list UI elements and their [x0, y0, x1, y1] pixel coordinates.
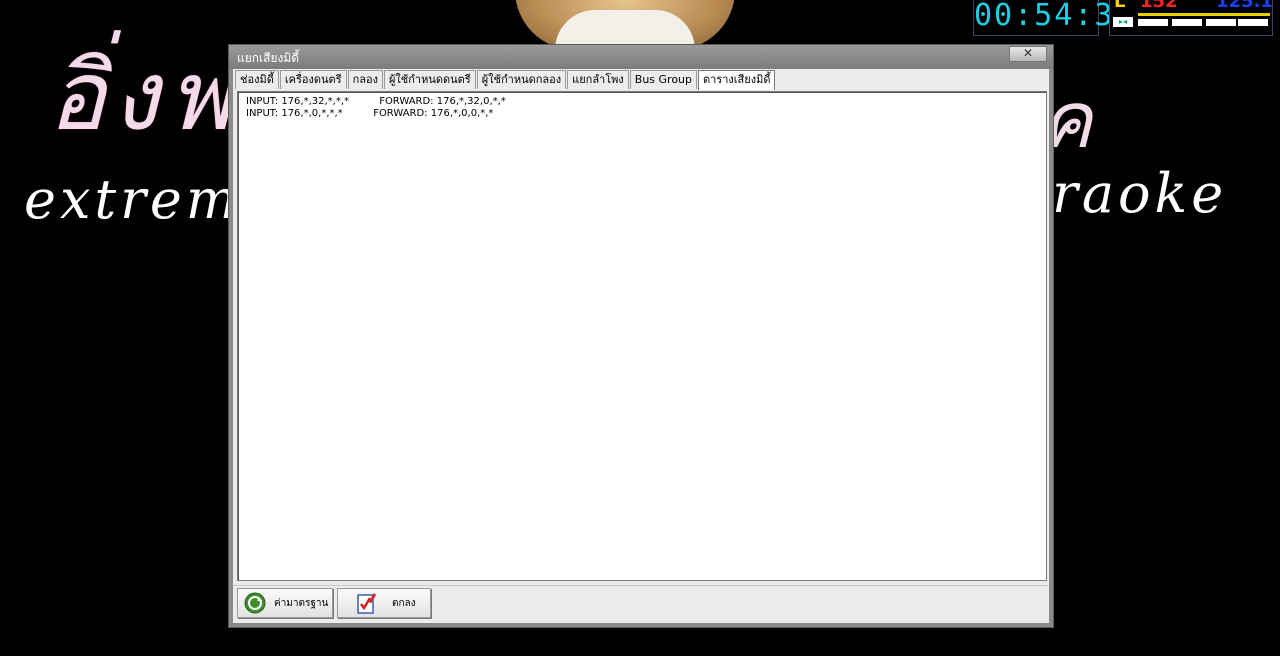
- background-title-thai: อิ่งฟ: [48, 40, 239, 152]
- meter-segment: [1206, 19, 1236, 26]
- meter-segment: [1238, 19, 1268, 26]
- tab-strip: ช่องมิดี้ เครื่องดนตรี กลอง ผู้ใช้กำหนดด…: [235, 70, 776, 90]
- default-button-label: ค่ามาตรฐาน: [274, 597, 329, 609]
- ok-button[interactable]: ตกลง: [337, 588, 431, 618]
- default-button[interactable]: ค่ามาตรฐาน: [237, 588, 333, 618]
- checklist-icon: [356, 592, 378, 614]
- singer-avatar: [515, 0, 735, 50]
- refresh-icon: [244, 592, 266, 614]
- tab-bus-group[interactable]: Bus Group: [629, 70, 698, 89]
- midi-split-dialog: แยกเสียงมิดี้ ✕ ช่องมิดี้ เครื่องดนตรี ก…: [228, 44, 1054, 628]
- tab-user-instruments[interactable]: ผู้ใช้กำหนดดนตรี: [383, 70, 476, 89]
- meter-icon: ▸◂: [1113, 17, 1133, 27]
- tab-instruments[interactable]: เครื่องดนตรี: [279, 70, 347, 89]
- dialog-client: ช่องมิดี้ เครื่องดนตรี กลอง ผู้ใช้กำหนดด…: [233, 69, 1049, 623]
- status-meter: L 152 125.1 ▸◂: [1109, 0, 1273, 36]
- tab-user-drums[interactable]: ผู้ใช้กำหนดกลอง: [476, 70, 567, 89]
- ok-button-label: ตกลง: [392, 597, 416, 609]
- dialog-title: แยกเสียงมิดี้: [237, 51, 300, 65]
- tab-midi-channel[interactable]: ช่องมิดี้: [235, 70, 279, 89]
- close-button[interactable]: ✕: [1009, 46, 1047, 62]
- meter-level-bar: [1138, 13, 1270, 16]
- dialog-button-bar: ค่ามาตรฐาน ตกลง: [233, 585, 1049, 622]
- rule-input: INPUT: 176,*,32,*,*,*: [246, 96, 350, 107]
- meter-segment: [1138, 19, 1168, 26]
- meter-mid-value: 152: [1140, 0, 1178, 12]
- time-display: 00:54:33: [973, 0, 1133, 36]
- meter-right-value: 125.1: [1216, 0, 1273, 12]
- tab-drums[interactable]: กลอง: [347, 70, 383, 89]
- background-title-english-right: raoke: [1052, 162, 1228, 225]
- meter-segment: [1172, 19, 1202, 26]
- tab-speaker-split[interactable]: แยกลำโพง: [567, 70, 629, 89]
- dialog-titlebar[interactable]: แยกเสียงมิดี้ ✕: [229, 45, 1053, 69]
- midi-rule-row: INPUT: 176,*,32,*,*,* FORWARD: 176,*,32,…: [246, 96, 506, 107]
- close-icon: ✕: [1022, 46, 1034, 60]
- tab-midi-table[interactable]: ตารางเสียงมิดี้: [698, 70, 776, 90]
- midi-table-textarea[interactable]: INPUT: 176,*,32,*,*,* FORWARD: 176,*,32,…: [237, 91, 1047, 581]
- meter-left-value: L: [1114, 0, 1126, 12]
- midi-rule-row: INPUT: 176,*,0,*,*,* FORWARD: 176,*,0,0,…: [246, 108, 493, 119]
- rule-forward: FORWARD: 176,*,0,0,*,*: [373, 108, 494, 119]
- rule-input: INPUT: 176,*,0,*,*,*: [246, 108, 343, 119]
- rule-forward: FORWARD: 176,*,32,0,*,*: [379, 96, 506, 107]
